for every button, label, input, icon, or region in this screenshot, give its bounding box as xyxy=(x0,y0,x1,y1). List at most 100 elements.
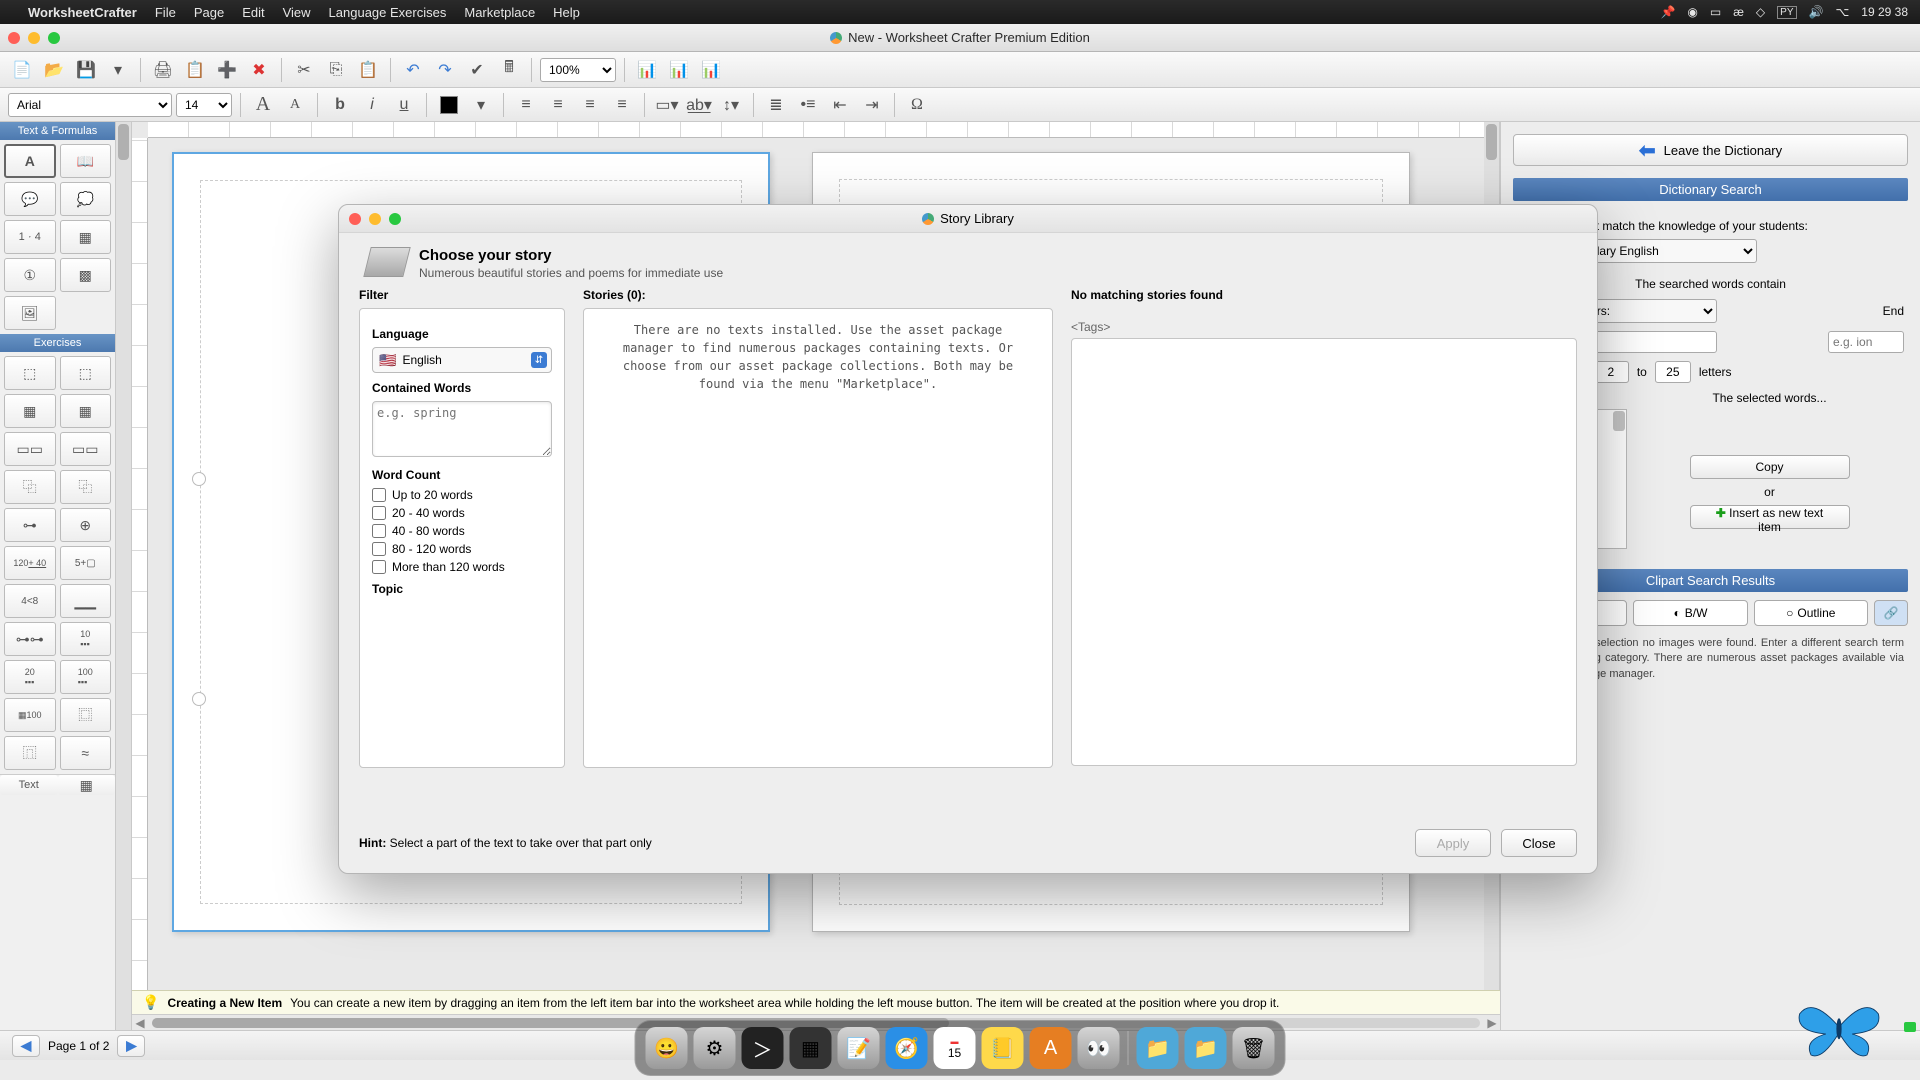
wordlen-to[interactable] xyxy=(1655,361,1691,383)
tool-number-circle[interactable]: ① xyxy=(4,258,56,292)
outline-mode-button[interactable]: ○ Outline xyxy=(1754,600,1868,626)
copy-button[interactable]: ⎘ xyxy=(322,56,350,84)
wc-opt-2[interactable] xyxy=(372,524,386,538)
scroll-right-icon[interactable]: ▶ xyxy=(1484,1016,1500,1030)
dialog-maximize-icon[interactable] xyxy=(389,213,401,225)
open-button[interactable]: 📂 xyxy=(40,56,68,84)
line-height-button[interactable]: ↕▾ xyxy=(717,91,745,119)
dock-app4[interactable]: ▦ xyxy=(790,1027,832,1069)
bw-mode-button[interactable]: ◐ B/W xyxy=(1633,600,1747,626)
font-grow-button[interactable]: A xyxy=(249,91,277,119)
align-right-button[interactable]: ≡ xyxy=(576,91,604,119)
ab-button[interactable]: a͟b͟▾ xyxy=(685,91,713,119)
font-color-dropdown[interactable]: ▾ xyxy=(467,91,495,119)
tags-list[interactable] xyxy=(1071,338,1577,766)
tool-ex2[interactable]: ⬚ xyxy=(60,356,112,390)
language-select[interactable]: 🇺🇸 English ⇵ xyxy=(372,347,552,373)
font-color-button[interactable] xyxy=(435,91,463,119)
tool-qr[interactable]: ▩ xyxy=(60,258,112,292)
tool-speech[interactable]: 💬 xyxy=(4,182,56,216)
wordlen-from[interactable] xyxy=(1593,361,1629,383)
py-icon[interactable]: PY xyxy=(1777,6,1796,19)
tool-ex12[interactable]: 5+▢ xyxy=(60,546,112,580)
end-input[interactable] xyxy=(1828,331,1904,353)
page-anchor-2[interactable] xyxy=(192,692,206,706)
menu-help[interactable]: Help xyxy=(553,5,580,20)
chart2-button[interactable]: 📊 xyxy=(665,56,693,84)
tool-ex22[interactable]: ≈ xyxy=(60,736,112,770)
tool-ex16[interactable]: 10▪▪▪ xyxy=(60,622,112,656)
menu-file[interactable]: File xyxy=(155,5,176,20)
copy-button-panel[interactable]: Copy xyxy=(1690,455,1850,479)
menu-language-exercises[interactable]: Language Exercises xyxy=(329,5,447,20)
dock-folder2[interactable]: 📁 xyxy=(1185,1027,1227,1069)
paste-button[interactable]: 📋 xyxy=(354,56,382,84)
menu-view[interactable]: View xyxy=(283,5,311,20)
leave-dictionary-button[interactable]: ⬅ Leave the Dictionary xyxy=(1513,134,1908,166)
contained-words-input[interactable] xyxy=(372,401,552,457)
apply-button[interactable]: Apply xyxy=(1415,829,1491,857)
circle-icon[interactable]: ◉ xyxy=(1687,5,1697,19)
chart3-button[interactable]: 📊 xyxy=(697,56,725,84)
align-justify-button[interactable]: ≡ xyxy=(608,91,636,119)
dock-settings[interactable]: ⚙ xyxy=(694,1027,736,1069)
menu-page[interactable]: Page xyxy=(194,5,224,20)
spellcheck-button[interactable]: ✔ xyxy=(463,56,491,84)
dock-notes[interactable]: 📒 xyxy=(982,1027,1024,1069)
save-dropdown[interactable]: ▾ xyxy=(104,56,132,84)
stories-list[interactable]: There are no texts installed. Use the as… xyxy=(583,308,1053,768)
align-left-button[interactable]: ≡ xyxy=(512,91,540,119)
tool-text-grid[interactable]: ▦ xyxy=(58,775,116,795)
tool-ex21[interactable]: ⿵ xyxy=(4,736,56,770)
wc-opt-3[interactable] xyxy=(372,542,386,556)
tool-book[interactable]: 📖 xyxy=(60,144,112,178)
vertical-scrollbar-left[interactable] xyxy=(116,122,132,1042)
scroll-left-icon[interactable]: ◀ xyxy=(132,1016,148,1030)
menu-marketplace[interactable]: Marketplace xyxy=(464,5,535,20)
dialog-titlebar[interactable]: Story Library xyxy=(339,205,1597,233)
tool-image[interactable]: 🖼 xyxy=(4,296,56,330)
add-page-button[interactable]: ➕ xyxy=(213,56,241,84)
tool-ex17[interactable]: 20▪▪▪ xyxy=(4,660,56,694)
new-doc-button[interactable]: 📄 xyxy=(8,56,36,84)
font-select[interactable]: Arial xyxy=(8,93,172,117)
insert-text-button[interactable]: Insert as new text item xyxy=(1690,505,1850,529)
dock-terminal[interactable]: ＞ xyxy=(742,1027,784,1069)
tool-ex4[interactable]: ▦ xyxy=(60,394,112,428)
dock-textedit[interactable]: 📝 xyxy=(838,1027,880,1069)
underline-button[interactable]: u xyxy=(390,91,418,119)
control-center-icon[interactable]: ⌥ xyxy=(1835,5,1849,19)
outdent-button[interactable]: ⇤ xyxy=(826,91,854,119)
font-size-select[interactable]: 14 xyxy=(176,93,232,117)
wc-opt-0[interactable] xyxy=(372,488,386,502)
dialog-minimize-icon[interactable] xyxy=(369,213,381,225)
omega-button[interactable]: Ω xyxy=(903,91,931,119)
bullet-list-button[interactable]: •≡ xyxy=(794,91,822,119)
italic-button[interactable]: i xyxy=(358,91,386,119)
prev-page-button[interactable]: ◀ xyxy=(12,1035,40,1057)
maximize-window-icon[interactable] xyxy=(48,32,60,44)
tool-ex18[interactable]: 100▪▪▪ xyxy=(60,660,112,694)
redo-button[interactable]: ↷ xyxy=(431,56,459,84)
tool-ex6[interactable]: ▭▭ xyxy=(60,432,112,466)
bold-button[interactable]: b xyxy=(326,91,354,119)
tool-thought[interactable]: 💭 xyxy=(60,182,112,216)
tool-ex5[interactable]: ▭▭ xyxy=(4,432,56,466)
app-name[interactable]: WorksheetCrafter xyxy=(28,5,137,20)
dock-trash[interactable]: 🗑 xyxy=(1233,1027,1275,1069)
tool-table[interactable]: ▦ xyxy=(60,220,112,254)
tool-ex20[interactable]: ⿴ xyxy=(60,698,112,732)
menu-edit[interactable]: Edit xyxy=(242,5,264,20)
shield-icon[interactable]: ◇ xyxy=(1756,5,1765,19)
dock-folder1[interactable]: 📁 xyxy=(1137,1027,1179,1069)
tool-ex8[interactable]: ⿻ xyxy=(60,470,112,504)
tool-ex14[interactable]: ▁▁ xyxy=(60,584,112,618)
font-shrink-button[interactable]: A xyxy=(281,91,309,119)
tool-ex9[interactable]: ⊶ xyxy=(4,508,56,542)
tool-ex1[interactable]: ⬚ xyxy=(4,356,56,390)
dock-app9[interactable]: A xyxy=(1030,1027,1072,1069)
tool-fraction[interactable]: 14 xyxy=(4,220,56,254)
tool-ex11[interactable]: 120+ 40 xyxy=(4,546,56,580)
tool-textbox[interactable]: A xyxy=(4,144,56,178)
notes-button[interactable]: 📋 xyxy=(181,56,209,84)
